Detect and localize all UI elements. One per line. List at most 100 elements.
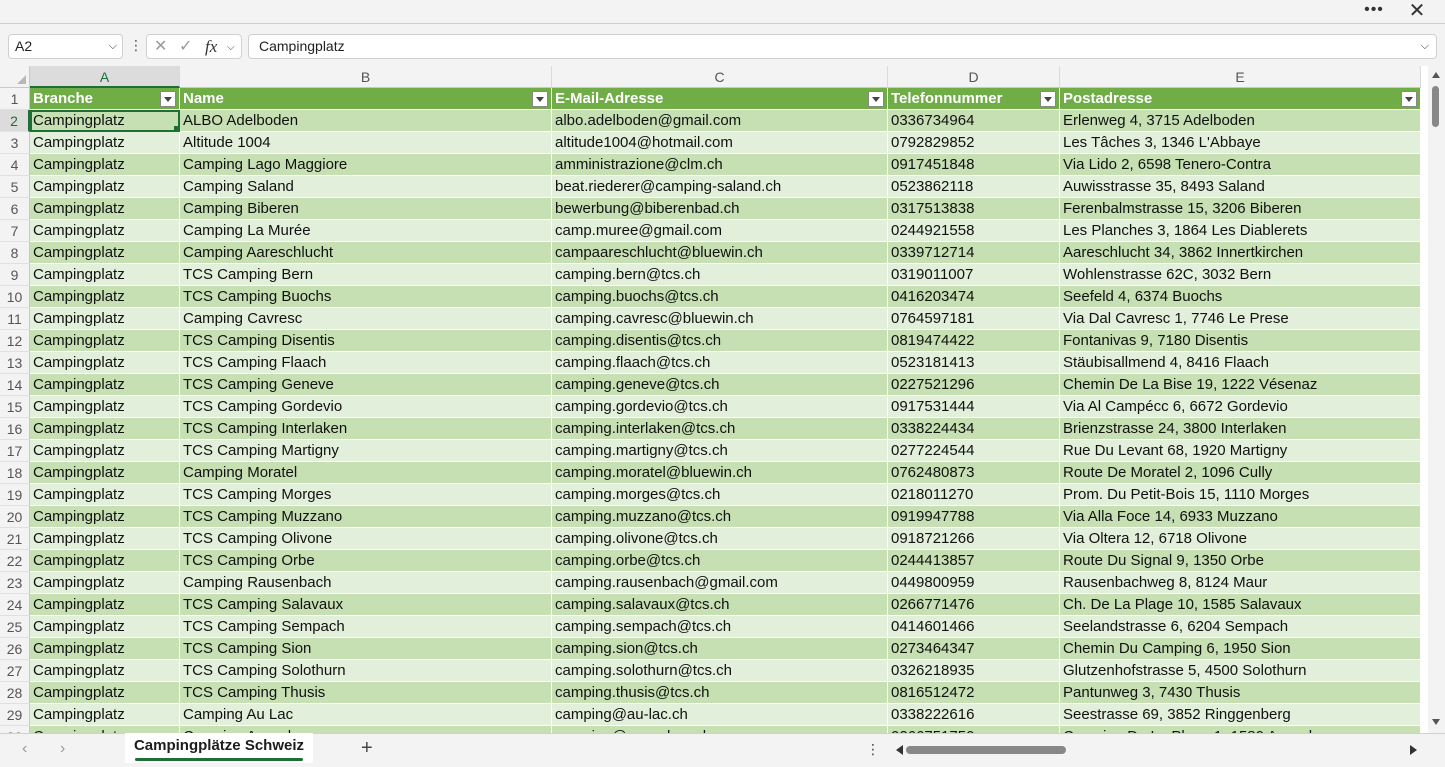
table-cell[interactable]: 0338224434 [888,418,1060,440]
row-number[interactable]: 12 [0,330,30,352]
expand-formula-icon[interactable]: ⌵ [1421,35,1429,58]
column-header-e[interactable]: E [1060,66,1421,88]
table-cell[interactable]: altitude1004@hotmail.com [552,132,888,154]
table-cell[interactable]: camping.thusis@tcs.ch [552,682,888,704]
table-cell[interactable]: albo.adelboden@gmail.com [552,110,888,132]
header-cell[interactable]: Telefonnummer [888,88,1060,110]
table-cell[interactable]: TCS Camping Orbe [180,550,552,572]
table-cell[interactable]: camping.gordevio@tcs.ch [552,396,888,418]
filter-dropdown-icon[interactable] [532,91,548,107]
row-number[interactable]: 7 [0,220,30,242]
table-cell[interactable]: 0244921558 [888,220,1060,242]
scroll-thumb[interactable] [1432,86,1439,127]
table-cell[interactable]: 0523181413 [888,352,1060,374]
row-number[interactable]: 24 [0,594,30,616]
table-cell[interactable]: Pantunweg 3, 7430 Thusis [1060,682,1421,704]
table-cell[interactable]: Camping La Murée [180,220,552,242]
row-number[interactable]: 3 [0,132,30,154]
table-cell[interactable]: Ferenbalmstrasse 15, 3206 Biberen [1060,198,1421,220]
table-cell[interactable]: Camping Lago Maggiore [180,154,552,176]
table-cell[interactable]: 0919947788 [888,506,1060,528]
header-cell[interactable]: Name [180,88,552,110]
table-cell[interactable]: 0764597181 [888,308,1060,330]
table-cell[interactable]: Erlenweg 4, 3715 Adelboden [1060,110,1421,132]
table-cell[interactable]: TCS Camping Disentis [180,330,552,352]
table-cell[interactable]: Campingplatz [30,440,180,462]
table-cell[interactable]: Campingplatz [30,528,180,550]
table-cell[interactable]: Rue Du Levant 68, 1920 Martigny [1060,440,1421,462]
table-cell[interactable]: Campingplatz [30,572,180,594]
table-cell[interactable]: TCS Camping Gordevio [180,396,552,418]
table-cell[interactable]: 0917451848 [888,154,1060,176]
row-number[interactable]: 20 [0,506,30,528]
table-cell[interactable]: Ch. De La Plage 10, 1585 Salavaux [1060,594,1421,616]
table-cell[interactable]: Campingplatz [30,308,180,330]
table-cell[interactable]: 0338222616 [888,704,1060,726]
table-cell[interactable]: camping@avenches.ch [552,726,888,733]
table-cell[interactable]: Campingplatz [30,418,180,440]
table-cell[interactable]: TCS Camping Martigny [180,440,552,462]
scroll-right-icon[interactable] [1410,745,1417,755]
table-cell[interactable]: Campingplatz [30,176,180,198]
table-cell[interactable]: camping.flaach@tcs.ch [552,352,888,374]
formula-input[interactable]: Campingplatz ⌵ [248,34,1437,59]
table-cell[interactable]: camping.disentis@tcs.ch [552,330,888,352]
table-cell[interactable]: TCS Camping Solothurn [180,660,552,682]
table-cell[interactable]: Campingplatz [30,594,180,616]
name-box[interactable]: A2 ⌵ [8,34,123,59]
table-cell[interactable]: camp.muree@gmail.com [552,220,888,242]
row-number[interactable]: 11 [0,308,30,330]
table-cell[interactable]: camping.geneve@tcs.ch [552,374,888,396]
row-number[interactable]: 15 [0,396,30,418]
table-cell[interactable]: Campingplatz [30,660,180,682]
spreadsheet-grid[interactable]: A B C D E 1 Branche Name E-Mail-Adresse Telefonnu… [0,66,1428,733]
horizontal-scroll-thumb[interactable] [906,746,1066,754]
table-cell[interactable]: 0816512472 [888,682,1060,704]
row-number[interactable]: 8 [0,242,30,264]
table-cell[interactable]: TCS Camping Muzzano [180,506,552,528]
row-number[interactable]: 25 [0,616,30,638]
table-cell[interactable]: camping@au-lac.ch [552,704,888,726]
table-cell[interactable]: Via Alla Foce 14, 6933 Muzzano [1060,506,1421,528]
table-cell[interactable]: 0244413857 [888,550,1060,572]
filter-dropdown-icon[interactable] [1040,91,1056,107]
table-cell[interactable]: camping.martigny@tcs.ch [552,440,888,462]
table-cell[interactable]: 0523862118 [888,176,1060,198]
table-cell[interactable]: Campingplatz [30,506,180,528]
table-cell[interactable]: 0339712714 [888,242,1060,264]
row-number[interactable]: 6 [0,198,30,220]
table-cell[interactable]: TCS Camping Geneve [180,374,552,396]
table-cell[interactable]: Campingplatz [30,462,180,484]
table-cell[interactable]: camping.sempach@tcs.ch [552,616,888,638]
table-cell[interactable]: TCS Camping Bern [180,264,552,286]
vertical-dots-icon[interactable]: ⋮ [129,36,143,56]
row-number[interactable]: 21 [0,528,30,550]
table-cell[interactable]: Brienzstrasse 24, 3800 Interlaken [1060,418,1421,440]
table-cell[interactable]: camping.buochs@tcs.ch [552,286,888,308]
row-number[interactable]: 26 [0,638,30,660]
table-cell[interactable]: Via Dal Cavresc 1, 7746 Le Prese [1060,308,1421,330]
table-cell[interactable]: TCS Camping Morges [180,484,552,506]
table-cell[interactable]: camping.olivone@tcs.ch [552,528,888,550]
table-cell[interactable]: 0317513838 [888,198,1060,220]
table-cell[interactable]: TCS Camping Sempach [180,616,552,638]
table-cell[interactable]: 0218011270 [888,484,1060,506]
table-cell[interactable]: Campingplatz [30,198,180,220]
table-cell[interactable]: Campingplatz [30,374,180,396]
row-number[interactable]: 14 [0,374,30,396]
table-cell[interactable]: Campingplatz [30,242,180,264]
previous-sheet-icon[interactable]: ‹ [22,740,27,758]
table-cell[interactable]: Camping Saland [180,176,552,198]
table-cell[interactable]: Via Lido 2, 6598 Tenero-Contra [1060,154,1421,176]
table-cell[interactable]: Camping De La Plage 1, 1580 Avenches [1060,726,1421,733]
header-cell[interactable]: E-Mail-Adresse [552,88,888,110]
row-number[interactable]: 22 [0,550,30,572]
table-cell[interactable]: bewerbung@biberenbad.ch [552,198,888,220]
table-cell[interactable]: 0416203474 [888,286,1060,308]
table-cell[interactable]: Campingplatz [30,638,180,660]
table-cell[interactable]: Auwisstrasse 35, 8493 Saland [1060,176,1421,198]
table-cell[interactable]: Campingplatz [30,550,180,572]
table-cell[interactable]: 0273464347 [888,638,1060,660]
table-cell[interactable]: 0266751750 [888,726,1060,733]
table-cell[interactable]: Prom. Du Petit-Bois 15, 1110 Morges [1060,484,1421,506]
